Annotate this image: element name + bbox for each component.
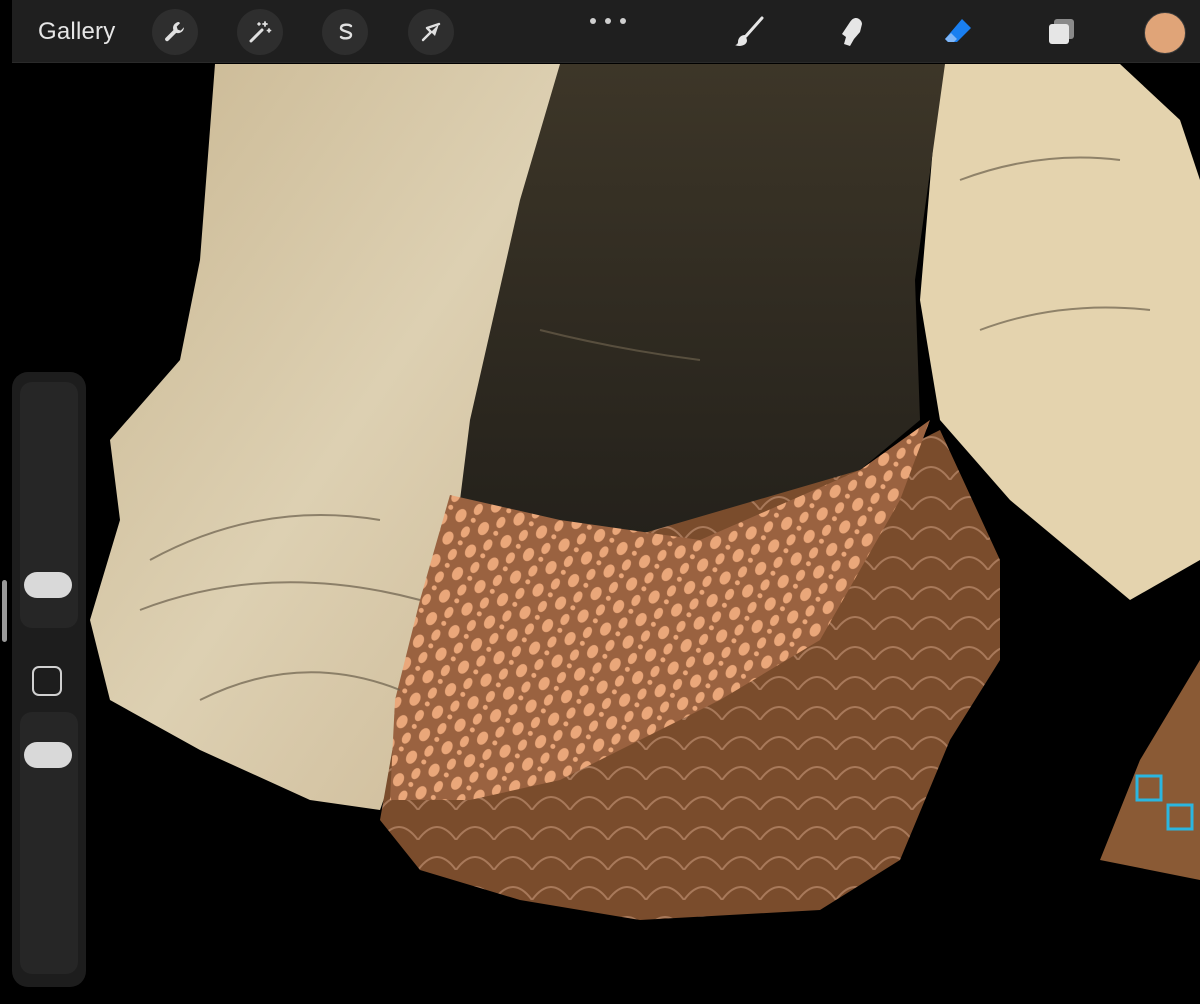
ellipsis-icon[interactable]	[590, 14, 626, 28]
smudge-finger-icon	[842, 18, 862, 46]
color-swatch[interactable]	[1144, 12, 1186, 54]
brush-size-handle[interactable]	[24, 572, 72, 598]
top-toolbar: Gallery	[12, 0, 1200, 63]
selection-button[interactable]	[322, 9, 368, 55]
sidebar-edge-handle[interactable]	[2, 580, 7, 642]
arrow-cursor-icon	[421, 22, 441, 42]
brush-button[interactable]	[728, 10, 772, 54]
brush-icon	[735, 16, 764, 46]
drawing-canvas[interactable]	[0, 0, 1200, 1004]
adjustments-button[interactable]	[237, 9, 283, 55]
left-sidebar	[12, 372, 86, 987]
eraser-button[interactable]	[936, 10, 980, 54]
cuff-corner	[1100, 660, 1200, 880]
brush-opacity-slider[interactable]	[20, 712, 78, 974]
smudge-button[interactable]	[830, 10, 874, 54]
transform-button[interactable]	[408, 9, 454, 55]
eraser-icon	[945, 19, 971, 42]
magic-wand-icon	[249, 21, 272, 43]
layers-icon	[1049, 19, 1074, 44]
layers-button[interactable]	[1040, 10, 1084, 54]
artwork	[90, 64, 1200, 920]
actions-button[interactable]	[152, 9, 198, 55]
wrench-icon	[165, 22, 184, 42]
square-modify-icon[interactable]	[32, 666, 62, 696]
gallery-button[interactable]: Gallery	[38, 16, 115, 48]
brush-size-slider[interactable]	[20, 382, 78, 628]
selection-s-icon	[339, 23, 353, 40]
brush-opacity-handle[interactable]	[24, 742, 72, 768]
